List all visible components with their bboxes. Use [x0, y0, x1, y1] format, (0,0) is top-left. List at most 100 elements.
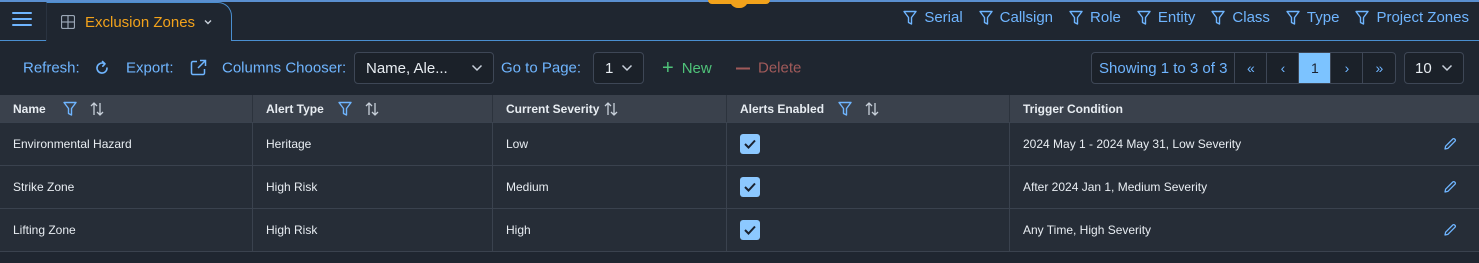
cell-name: Environmental Hazard — [0, 123, 253, 165]
header-label: Alerts Enabled — [740, 101, 825, 116]
filter-icon[interactable] — [838, 101, 852, 117]
checkbox-checked-icon[interactable] — [740, 134, 760, 154]
chevron-down-icon — [471, 64, 483, 72]
export-icon[interactable] — [190, 59, 207, 76]
checkbox-checked-icon[interactable] — [740, 220, 760, 240]
checkbox-checked-icon[interactable] — [740, 177, 760, 197]
filter-bar: Serial Callsign Role Entity Class Type P… — [887, 9, 1469, 26]
header-label: Alert Type — [266, 101, 324, 116]
refresh-icon[interactable] — [94, 60, 110, 76]
cell-severity: Low — [493, 123, 727, 165]
orange-indicator-dot — [730, 0, 748, 8]
page-size-value: 10 — [1415, 59, 1432, 77]
prev-page-icon[interactable]: ‹ — [1267, 53, 1300, 83]
cell-trigger: Any Time, High Severity — [1010, 209, 1479, 251]
edit-pencil-icon[interactable] — [1443, 223, 1457, 237]
filter-label: Serial — [924, 9, 963, 26]
header-trigger-condition: Trigger Condition — [1010, 95, 1479, 122]
pagination: Showing 1 to 3 of 3 « ‹ 1 › » — [1091, 52, 1397, 84]
columns-chooser-label: Columns Chooser: — [222, 59, 347, 77]
cell-alert-type: Heritage — [253, 123, 493, 165]
chevron-down-icon — [1441, 64, 1453, 72]
filter-type[interactable]: Type — [1286, 9, 1340, 26]
next-page-icon[interactable]: › — [1331, 53, 1364, 83]
goto-page-select[interactable]: 1 — [593, 52, 644, 84]
filter-role[interactable]: Role — [1069, 9, 1121, 26]
delete-label: Delete — [758, 59, 802, 77]
tab-exclusion-zones[interactable]: Exclusion Zones — [46, 2, 232, 41]
sort-icon[interactable] — [364, 101, 380, 117]
cell-severity: Medium — [493, 166, 727, 208]
filter-icon — [1355, 10, 1370, 25]
page-button-current[interactable]: 1 — [1299, 53, 1332, 83]
table-header-row: Name Alert Type Current Severity Alerts … — [0, 95, 1479, 122]
refresh-label[interactable]: Refresh: — [23, 60, 80, 77]
menu-icon[interactable] — [12, 12, 32, 28]
showing-info: Showing 1 to 3 of 3 — [1092, 53, 1236, 83]
chevron-down-icon — [621, 64, 633, 72]
goto-page-label: Go to Page: — [501, 59, 582, 77]
new-button[interactable]: + New — [662, 58, 712, 78]
header-name[interactable]: Name — [0, 95, 253, 122]
cell-alerts-enabled — [727, 209, 1010, 251]
chevron-down-icon — [204, 20, 212, 25]
cell-alert-type: High Risk — [253, 166, 493, 208]
edit-pencil-icon[interactable] — [1443, 137, 1457, 151]
cell-severity: High — [493, 209, 727, 251]
filter-icon — [1211, 10, 1226, 25]
plus-icon: + — [662, 57, 674, 79]
page-size-select[interactable]: 10 — [1404, 52, 1464, 84]
last-page-icon[interactable]: » — [1363, 53, 1395, 83]
first-page-icon[interactable]: « — [1235, 53, 1268, 83]
filter-icon — [903, 10, 918, 25]
table-footer-space — [0, 251, 1479, 263]
table-icon — [61, 15, 75, 29]
cell-alert-type: High Risk — [253, 209, 493, 251]
tab-label: Exclusion Zones — [85, 13, 196, 31]
filter-callsign[interactable]: Callsign — [978, 9, 1054, 26]
filter-label: Entity — [1157, 9, 1196, 26]
header-alerts-enabled[interactable]: Alerts Enabled — [727, 95, 1010, 122]
cell-trigger: After 2024 Jan 1, Medium Severity — [1010, 166, 1479, 208]
header-label: Current Severity — [506, 101, 600, 116]
sort-icon[interactable] — [864, 101, 880, 117]
columns-chooser-select[interactable]: Name, Ale... — [354, 52, 494, 84]
cell-alerts-enabled — [727, 166, 1010, 208]
grid-toolbar: Refresh: Export: Columns Chooser: Name, … — [0, 42, 1479, 95]
cell-name: Lifting Zone — [0, 209, 253, 251]
cell-name: Strike Zone — [0, 166, 253, 208]
filter-icon — [1286, 10, 1300, 25]
filter-serial[interactable]: Serial — [903, 9, 963, 26]
filter-entity[interactable]: Entity — [1137, 9, 1196, 26]
table-row[interactable]: Strike Zone High Risk Medium After 2024 … — [0, 165, 1479, 208]
delete-button[interactable]: Delete — [736, 60, 801, 77]
filter-label: Type — [1306, 9, 1340, 26]
filter-icon[interactable] — [338, 101, 352, 117]
filter-label: Role — [1090, 9, 1121, 26]
table-row[interactable]: Environmental Hazard Heritage Low 2024 M… — [0, 122, 1479, 165]
filter-icon — [1069, 10, 1083, 25]
columns-chooser-value: Name, Ale... — [366, 59, 448, 77]
new-label: New — [681, 59, 712, 77]
trigger-text: Any Time, High Severity — [1023, 223, 1152, 237]
cell-alerts-enabled — [727, 123, 1010, 165]
sort-icon[interactable] — [603, 101, 619, 117]
top-nav-bar: Exclusion Zones Serial Callsign Role Ent… — [0, 0, 1479, 41]
header-alert-type[interactable]: Alert Type — [253, 95, 493, 122]
sort-icon[interactable] — [89, 101, 105, 117]
header-label: Trigger Condition — [1023, 101, 1123, 116]
filter-label: Callsign — [999, 9, 1054, 26]
minus-icon — [736, 67, 750, 69]
filter-icon — [1137, 10, 1151, 25]
filter-project-zones[interactable]: Project Zones — [1355, 9, 1469, 26]
export-label[interactable]: Export: — [126, 60, 174, 77]
edit-pencil-icon[interactable] — [1443, 180, 1457, 194]
filter-icon[interactable] — [62, 101, 77, 117]
filter-class[interactable]: Class — [1211, 9, 1270, 26]
exclusion-zones-table: Name Alert Type Current Severity Alerts … — [0, 95, 1479, 251]
filter-label: Project Zones — [1376, 9, 1469, 26]
header-label: Name — [13, 101, 46, 116]
trigger-text: 2024 May 1 - 2024 May 31, Low Severity — [1023, 137, 1242, 151]
header-current-severity[interactable]: Current Severity — [493, 95, 727, 122]
table-row[interactable]: Lifting Zone High Risk High Any Time, Hi… — [0, 208, 1479, 251]
